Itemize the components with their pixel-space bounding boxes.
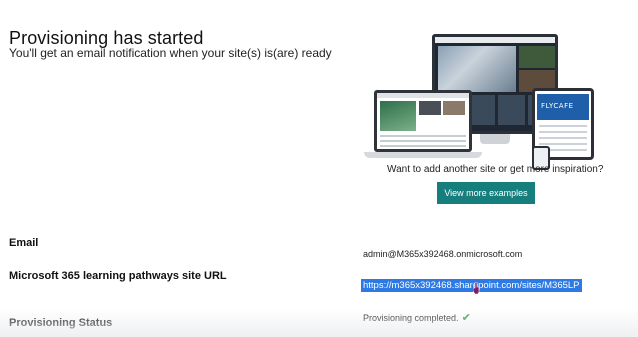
site-url-label: Microsoft 365 learning pathways site URL bbox=[9, 270, 227, 282]
view-more-examples-button[interactable]: View more examples bbox=[437, 182, 535, 204]
page-subtitle: You'll get an email notification when yo… bbox=[9, 46, 332, 60]
site-url-link[interactable]: https://m365x392468.sharepoint.com/sites… bbox=[361, 279, 582, 292]
promo-question: Want to add another site or get more ins… bbox=[387, 164, 604, 175]
checkmark-icon: ✔ bbox=[461, 312, 471, 324]
promo-devices-image: FLYCAFE bbox=[362, 34, 602, 170]
laptop-base bbox=[364, 152, 482, 158]
status-value-row: Provisioning completed. ✔ bbox=[363, 311, 471, 324]
email-label: Email bbox=[9, 237, 39, 249]
hand-cursor-icon bbox=[473, 282, 480, 294]
email-value: admin@M365x392468.onmicrosoft.com bbox=[363, 249, 523, 259]
monitor-stand bbox=[480, 134, 510, 144]
laptop-mockup bbox=[374, 90, 472, 152]
status-value: Provisioning completed. bbox=[363, 313, 459, 323]
status-label: Provisioning Status bbox=[9, 317, 113, 329]
tablet-brand-text: FLYCAFE bbox=[541, 102, 574, 110]
